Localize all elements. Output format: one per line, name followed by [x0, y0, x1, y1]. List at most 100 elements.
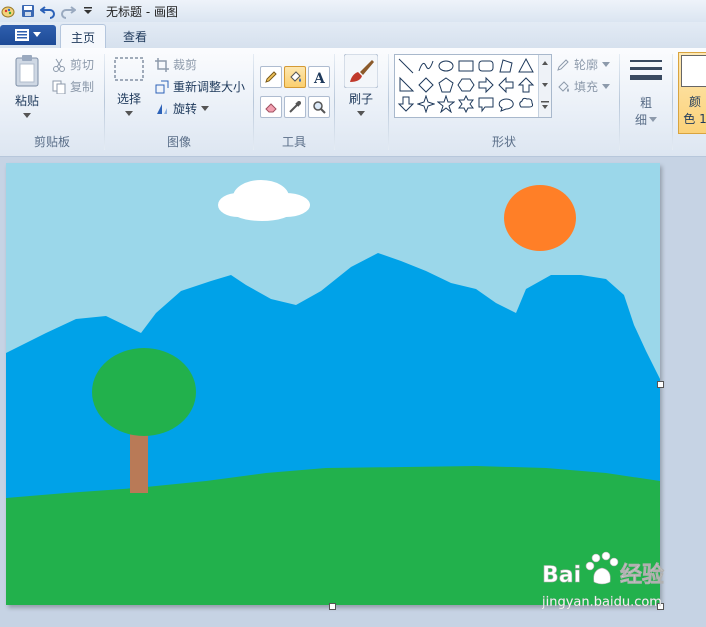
copy-button[interactable]: 复制 [52, 78, 94, 95]
group-divider [672, 54, 673, 150]
watermark-brand-cn: 经验 [620, 562, 664, 588]
outline-pen-icon [557, 58, 569, 71]
right-triangle-shape-icon[interactable] [397, 76, 415, 94]
outline-button[interactable]: 轮廓 [556, 56, 611, 73]
magnifier-icon[interactable] [308, 96, 330, 118]
watermark-brand: Bai [542, 563, 581, 588]
redo-icon[interactable] [60, 3, 76, 19]
right-arrow-shape-icon[interactable] [477, 76, 495, 94]
fill-bucket-icon [558, 80, 569, 92]
brushes-label: 刷子 [348, 92, 373, 106]
crop-label: 裁剪 [173, 58, 198, 72]
clipboard-group-label: 剪贴板 [33, 135, 70, 149]
color1-button[interactable]: 颜 色 1 [678, 52, 706, 134]
brush-icon [344, 54, 378, 88]
pentagon-shape-icon[interactable] [437, 76, 455, 94]
triangle-shape-icon[interactable] [517, 57, 535, 75]
image-group-label: 图像 [166, 135, 191, 149]
rotate-label: 旋转 [173, 102, 198, 116]
tab-home[interactable]: 主页 [60, 24, 106, 49]
text-icon[interactable]: A [308, 66, 330, 88]
select-icon [114, 57, 144, 81]
line-shape-icon[interactable] [397, 57, 415, 75]
hexagon-shape-icon[interactable] [457, 76, 475, 94]
color-picker-icon[interactable] [284, 96, 306, 118]
left-arrow-shape-icon[interactable] [497, 76, 515, 94]
crop-button[interactable]: 裁剪 [155, 56, 197, 73]
svg-text:A: A [313, 71, 326, 84]
cut-label: 剪切 [70, 58, 95, 72]
select-button[interactable]: 选择 [111, 56, 147, 117]
resize-icon [155, 80, 169, 93]
scissors-icon [53, 58, 65, 72]
oval-shape-icon[interactable] [437, 57, 455, 75]
down-arrow-shape-icon[interactable] [397, 95, 415, 113]
shapes-scrollbar[interactable] [538, 55, 551, 117]
chevron-down-icon [602, 61, 611, 67]
chevron-down-icon [602, 83, 611, 89]
undo-icon[interactable] [40, 3, 56, 19]
file-menu-button[interactable] [0, 25, 56, 45]
eraser-icon[interactable] [260, 96, 282, 118]
up-arrow-shape-icon[interactable] [517, 76, 535, 94]
pencil-icon[interactable] [260, 66, 282, 88]
file-menu-icon [15, 29, 29, 41]
cut-button[interactable]: 剪切 [52, 56, 94, 73]
tree-trunk [130, 431, 148, 493]
six-point-star-shape-icon[interactable] [457, 95, 475, 113]
paw-icon [585, 551, 619, 585]
sun [504, 185, 576, 251]
crop-icon [155, 57, 169, 72]
curve-shape-icon[interactable] [417, 57, 435, 75]
rotate-button[interactable]: 旋转 [155, 100, 210, 117]
rounded-rectangle-shape-icon[interactable] [477, 57, 495, 75]
resize-handle-right[interactable] [657, 381, 664, 388]
rect-callout-shape-icon[interactable] [477, 95, 495, 113]
diamond-shape-icon[interactable] [417, 76, 435, 94]
color1-swatch [681, 55, 706, 87]
paste-label: 粘贴 [14, 94, 39, 108]
five-point-star-shape-icon[interactable] [437, 95, 455, 113]
color1-label-line2: 色 1 [683, 112, 706, 126]
size-label-line2: 细 [634, 113, 647, 127]
copy-icon [52, 80, 66, 94]
chevron-down-icon [23, 113, 31, 118]
save-icon[interactable] [20, 3, 36, 19]
brushes-button[interactable]: 刷子 [342, 54, 380, 117]
chevron-down-icon [201, 105, 210, 111]
four-point-star-shape-icon[interactable] [417, 95, 435, 113]
resize-button[interactable]: 重新调整大小 [155, 78, 245, 95]
tab-view[interactable]: 查看 [112, 24, 158, 48]
resize-handle-bottom[interactable] [329, 603, 336, 610]
size-label-line1: 粗 [639, 96, 652, 110]
fill-style-label: 填充 [574, 80, 599, 94]
outline-label: 轮廓 [574, 58, 599, 72]
title-bar: 无标题 - 画图 [0, 0, 706, 22]
fill-icon[interactable] [284, 66, 306, 88]
group-divider [334, 54, 335, 150]
chevron-down-icon [649, 116, 657, 122]
polygon-shape-icon[interactable] [497, 57, 515, 75]
image-group: 选择 裁剪 重新调整大小 旋转 图像 [105, 48, 253, 154]
rectangle-shape-icon[interactable] [457, 57, 475, 75]
size-label-row: 细 [635, 111, 657, 128]
size-button[interactable]: 粗 细 [624, 58, 668, 128]
drawing-canvas[interactable] [6, 163, 660, 605]
tree-crown [92, 348, 196, 436]
oval-callout-shape-icon[interactable] [497, 95, 515, 113]
paint-app-icon[interactable] [0, 3, 16, 19]
fill-style-button[interactable]: 填充 [556, 78, 611, 95]
select-label: 选择 [116, 92, 141, 106]
line-size-icon [630, 60, 662, 80]
scroll-arrows-icon [541, 61, 549, 109]
copy-label: 复制 [70, 80, 95, 94]
baidu-watermark: Bai 经验 jingyan.baidu.com [540, 548, 700, 617]
customize-dropdown-icon[interactable] [80, 3, 96, 19]
resize-label: 重新调整大小 [173, 80, 246, 94]
cloud-callout-shape-icon[interactable] [517, 95, 535, 113]
paste-button[interactable]: 粘贴 [8, 54, 46, 119]
chevron-down-icon [357, 111, 365, 116]
tools-group: A 工具 [254, 48, 334, 154]
chevron-down-icon [125, 111, 133, 116]
tools-group-label: 工具 [281, 135, 306, 149]
